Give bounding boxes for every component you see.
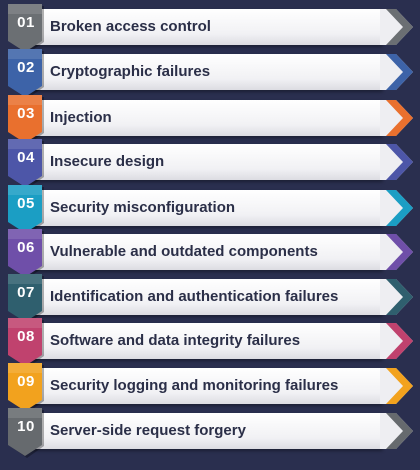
item-label: Injection xyxy=(50,109,112,126)
item-label: Server-side request forgery xyxy=(50,422,246,439)
arrow-tip-icon xyxy=(380,323,413,359)
item-number: 01 xyxy=(17,14,35,31)
item-number: 08 xyxy=(17,328,35,345)
list-item: Vulnerable and outdated components 06 xyxy=(8,229,413,279)
number-badge: 08 xyxy=(8,318,44,368)
item-number: 02 xyxy=(17,59,35,76)
item-label: Identification and authentication failur… xyxy=(50,288,339,305)
number-badge: 07 xyxy=(8,274,44,324)
number-badge: 10 xyxy=(8,408,44,458)
arrow-tip-icon xyxy=(380,100,413,136)
list-item: Security logging and monitoring failures… xyxy=(8,363,413,413)
arrow-tip-icon xyxy=(380,54,413,90)
number-badge: 09 xyxy=(8,363,44,413)
risk-list: Broken access control 01 Cryptographic fai… xyxy=(0,0,420,470)
number-badge: 01 xyxy=(8,4,44,54)
list-item: Identification and authentication failur… xyxy=(8,274,413,324)
item-label: Software and data integrity failures xyxy=(50,332,301,349)
number-badge: 06 xyxy=(8,229,44,279)
list-item: Insecure design 04 xyxy=(8,139,413,189)
arrow-tip-icon xyxy=(380,234,413,270)
arrow-tip-icon xyxy=(380,368,413,404)
number-badge: 02 xyxy=(8,49,44,99)
item-label: Insecure design xyxy=(50,153,165,170)
list-item: Broken access control 01 xyxy=(8,4,413,54)
arrow-tip-icon xyxy=(380,144,413,180)
item-label: Cryptographic failures xyxy=(50,63,211,80)
list-item: Software and data integrity failures 08 xyxy=(8,318,413,368)
item-label: Security misconfiguration xyxy=(50,199,236,216)
item-number: 10 xyxy=(17,418,35,435)
arrow-tip-icon xyxy=(380,9,413,45)
list-item: Injection 03 xyxy=(8,95,413,145)
number-badge: 05 xyxy=(8,185,44,235)
item-number: 07 xyxy=(17,284,35,301)
item-number: 09 xyxy=(17,373,35,390)
item-number: 05 xyxy=(17,195,35,212)
arrow-tip-icon xyxy=(380,279,413,315)
list-item: Server-side request forgery 10 xyxy=(8,408,413,458)
item-number: 04 xyxy=(17,149,35,166)
item-number: 03 xyxy=(17,105,35,122)
item-number: 06 xyxy=(17,239,35,256)
arrow-tip-icon xyxy=(380,190,413,226)
list-item: Security misconfiguration 05 xyxy=(8,185,413,235)
number-badge: 03 xyxy=(8,95,44,145)
number-badge: 04 xyxy=(8,139,44,189)
item-label: Vulnerable and outdated components xyxy=(50,243,318,260)
item-label: Broken access control xyxy=(50,18,211,35)
list-item: Cryptographic failures 02 xyxy=(8,49,413,99)
arrow-tip-icon xyxy=(380,413,413,449)
item-label: Security logging and monitoring failures xyxy=(50,377,339,394)
